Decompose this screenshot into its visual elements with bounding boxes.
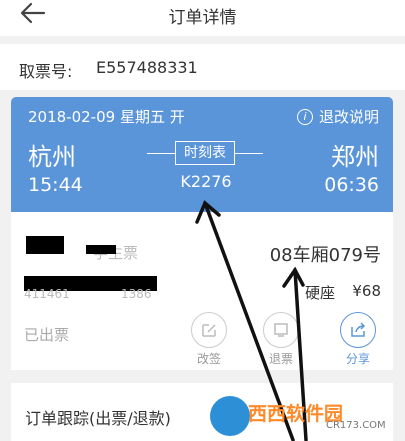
arrival-time: 06:36 <box>324 174 379 196</box>
info-icon: i <box>296 108 313 125</box>
edit-icon <box>191 312 227 348</box>
redacted-name <box>26 236 64 254</box>
site-watermark: 西西软件园 CR173.COM <box>208 394 402 438</box>
timetable-button[interactable]: 时刻表 <box>175 141 235 165</box>
route-line-right <box>235 153 263 154</box>
refund-icon <box>263 312 299 348</box>
seat-number: 08车厢079号 <box>269 245 381 266</box>
id-partial-right: 1386 <box>121 287 152 301</box>
departure-time: 15:44 <box>28 174 83 196</box>
watermark-logo-icon <box>210 396 250 436</box>
share-button[interactable]: 分享 <box>333 312 383 367</box>
route-line-left <box>147 153 175 154</box>
id-partial-left: 411461 <box>24 287 70 301</box>
top-navigation-bar: 订单详情 <box>0 0 405 36</box>
change-ticket-label: 改签 <box>196 352 221 366</box>
refund-ticket-button[interactable]: 退票 <box>256 312 306 367</box>
refund-ticket-label: 退票 <box>268 352 293 366</box>
train-number: K2276 <box>180 172 232 191</box>
pickup-number-label: 取票号: <box>19 62 73 81</box>
refund-policy-link[interactable]: i 退改说明 <box>296 106 379 127</box>
departure-date: 2018-02-09 星期五 开 <box>28 108 185 126</box>
page-title: 订单详情 <box>168 8 237 28</box>
departure-city: 杭州 <box>28 143 76 171</box>
pickup-number-bar: 取票号: E557488331 <box>0 44 405 90</box>
pickup-number-value: E557488331 <box>96 58 198 77</box>
passenger-ticket-section: 学生票 411461 1386 08车厢079号 硬座 ¥68 已出票 改签 退… <box>11 212 393 370</box>
ticket-status: 已出票 <box>24 326 70 344</box>
arrival-city: 郑州 <box>331 143 379 171</box>
trip-info-card: 2018-02-09 星期五 开 i 退改说明 杭州 郑州 时刻表 15:44 … <box>11 97 393 212</box>
order-tracking-title: 订单跟踪(出票/退款) <box>25 409 171 428</box>
refund-policy-label: 退改说明 <box>318 108 379 126</box>
ticket-price: ¥68 <box>352 282 381 300</box>
redacted-ticket-type <box>86 245 116 254</box>
share-label: 分享 <box>345 352 370 366</box>
share-icon <box>340 312 376 348</box>
seat-type: 硬座 <box>305 284 336 302</box>
watermark-url: CR173.COM <box>326 420 386 431</box>
change-ticket-button[interactable]: 改签 <box>184 312 234 367</box>
